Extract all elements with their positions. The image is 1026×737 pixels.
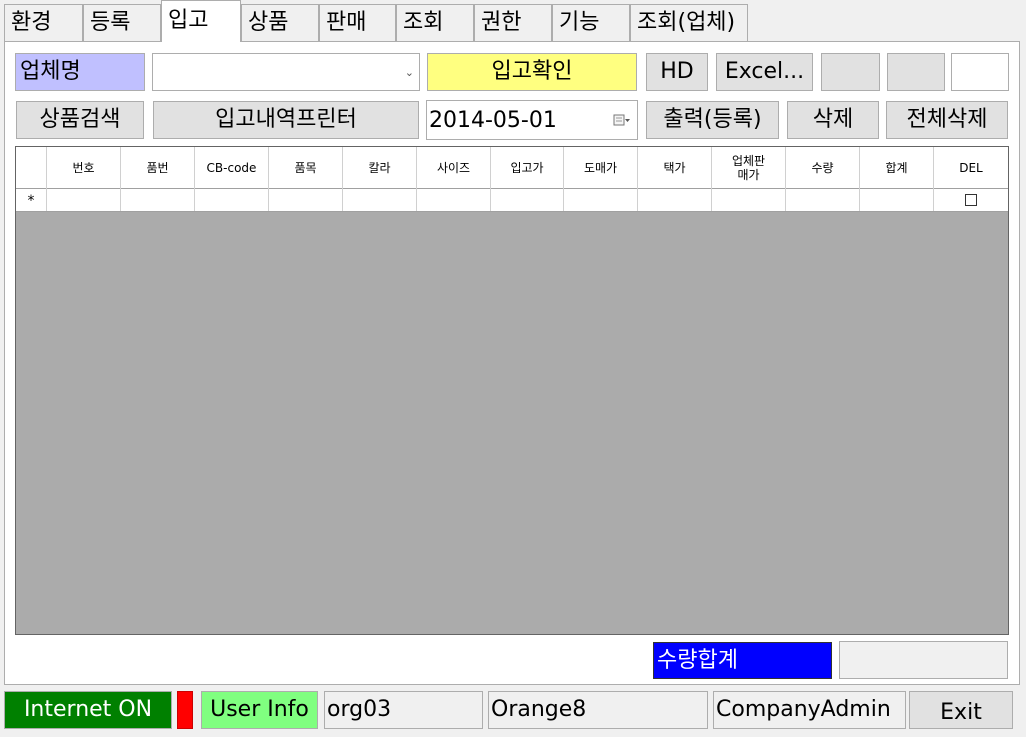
cell-tag-price[interactable] — [638, 189, 712, 211]
blank-button-1[interactable] — [821, 53, 880, 91]
col-number[interactable]: 번호 — [47, 147, 121, 189]
grid-header: 번호 품번 CB-code 품목 칼라 사이즈 입고가 도매가 택가 업체판 매… — [16, 147, 1008, 189]
tab-inquiry[interactable]: 조회 — [396, 4, 474, 42]
row-header-corner — [16, 147, 47, 189]
cell-wholesale-price[interactable] — [564, 189, 638, 211]
tab-sales[interactable]: 판매 — [319, 4, 396, 42]
hd-button[interactable]: HD — [646, 53, 708, 91]
new-row-marker: * — [16, 189, 47, 211]
internet-status: Internet ON — [4, 691, 172, 729]
vendor-name-label: 업체명 — [15, 53, 145, 91]
col-cb-code[interactable]: CB-code — [195, 147, 269, 189]
excel-button[interactable]: Excel... — [716, 53, 813, 91]
print-register-button[interactable]: 출력(등록) — [646, 101, 779, 139]
user-field: Orange8 — [488, 691, 708, 729]
col-item-code[interactable]: 품번 — [121, 147, 195, 189]
col-size[interactable]: 사이즈 — [417, 147, 491, 189]
del-checkbox[interactable] — [965, 194, 977, 206]
tab-settings[interactable]: 환경 — [4, 4, 83, 42]
chevron-down-icon: ⌄ — [404, 66, 414, 79]
col-receiving-price[interactable]: 입고가 — [491, 147, 564, 189]
tab-receiving[interactable]: 입고 — [161, 0, 241, 42]
org-field: org03 — [324, 691, 483, 729]
cell-cb-code[interactable] — [195, 189, 269, 211]
col-wholesale-price[interactable]: 도매가 — [564, 147, 638, 189]
cell-item-code[interactable] — [121, 189, 195, 211]
col-tag-price[interactable]: 택가 — [638, 147, 712, 189]
tab-function[interactable]: 기능 — [552, 4, 630, 42]
qty-total-value — [839, 641, 1008, 679]
cell-total[interactable] — [860, 189, 934, 211]
date-value: 2014-05-01 — [429, 108, 557, 133]
col-item[interactable]: 품목 — [269, 147, 343, 189]
cell-number[interactable] — [47, 189, 121, 211]
date-picker[interactable]: 2014-05-01 — [426, 100, 638, 140]
col-del[interactable]: DEL — [934, 147, 1008, 189]
product-search-button[interactable]: 상품검색 — [16, 101, 144, 139]
delete-button[interactable]: 삭제 — [787, 101, 879, 139]
blank-button-2[interactable] — [887, 53, 945, 91]
receiving-grid[interactable]: 번호 품번 CB-code 품목 칼라 사이즈 입고가 도매가 택가 업체판 매… — [15, 146, 1009, 635]
user-info-label: User Info — [201, 691, 318, 729]
vendor-select[interactable]: ⌄ — [152, 53, 420, 91]
calendar-icon[interactable] — [613, 112, 631, 126]
tab-permission[interactable]: 권한 — [474, 4, 552, 42]
cell-vendor-price[interactable] — [712, 189, 786, 211]
cell-del — [934, 189, 1008, 211]
tab-product[interactable]: 상품 — [241, 4, 319, 42]
print-history-button[interactable]: 입고내역프린터 — [153, 101, 419, 139]
cell-receiving-price[interactable] — [491, 189, 564, 211]
col-vendor-price[interactable]: 업체판 매가 — [712, 147, 786, 189]
tab-vendor-inquiry[interactable]: 조회(업체) — [630, 4, 748, 42]
cell-color[interactable] — [343, 189, 417, 211]
delete-all-button[interactable]: 전체삭제 — [886, 101, 1008, 139]
role-field: CompanyAdmin — [713, 691, 906, 729]
connection-indicator — [177, 691, 193, 729]
col-color[interactable]: 칼라 — [343, 147, 417, 189]
cell-quantity[interactable] — [786, 189, 860, 211]
col-total[interactable]: 합계 — [860, 147, 934, 189]
exit-button[interactable]: Exit — [909, 691, 1013, 729]
qty-total-label: 수량합계 — [653, 642, 832, 679]
col-quantity[interactable]: 수량 — [786, 147, 860, 189]
cell-item[interactable] — [269, 189, 343, 211]
table-row[interactable]: * — [16, 189, 1008, 212]
cell-size[interactable] — [417, 189, 491, 211]
blank-field[interactable] — [951, 53, 1009, 91]
tab-register[interactable]: 등록 — [83, 4, 161, 42]
receiving-confirm-label: 입고확인 — [427, 53, 637, 91]
